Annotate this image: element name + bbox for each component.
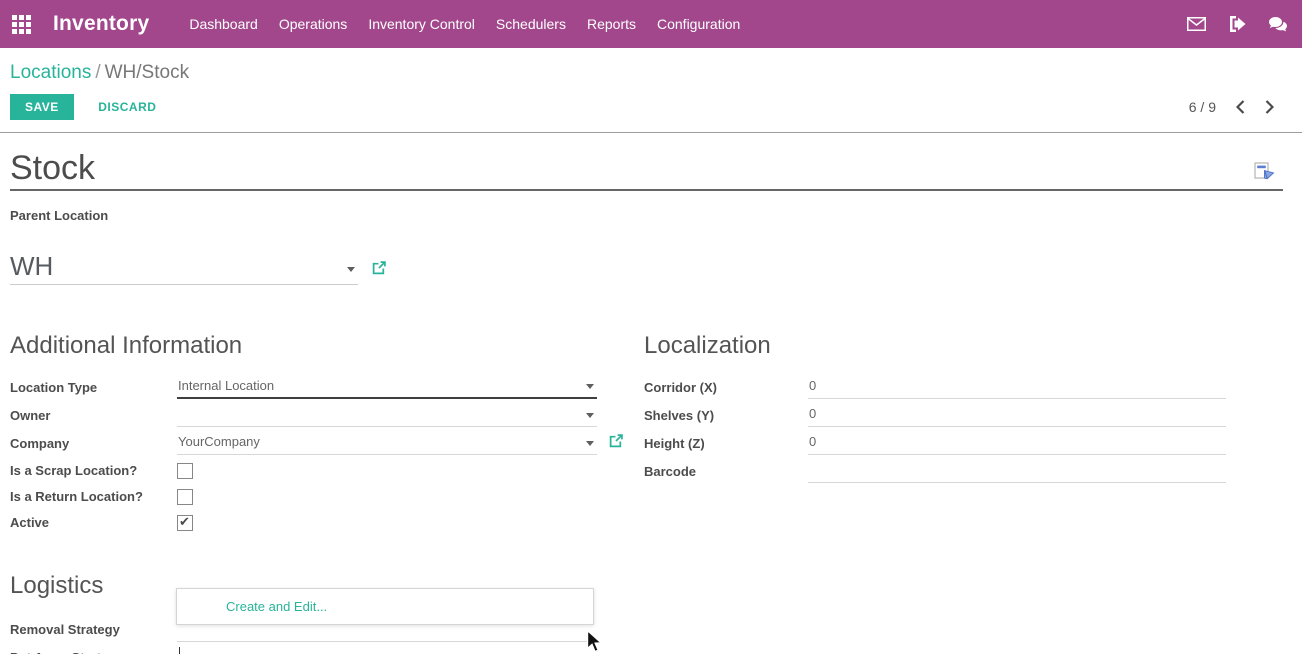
owner-row: Owner	[10, 402, 597, 427]
chat-icon[interactable]	[1268, 16, 1288, 32]
pager-value: 6 / 9	[1189, 99, 1216, 115]
text-cursor	[179, 647, 180, 654]
removal-strategy-label: Removal Strategy	[10, 622, 177, 642]
parent-location-value[interactable]: WH	[10, 251, 53, 281]
scrap-location-row: Is a Scrap Location?	[10, 458, 597, 483]
return-location-label: Is a Return Location?	[10, 489, 177, 504]
dropdown-caret-icon[interactable]	[347, 267, 355, 272]
corridor-row: Corridor (X) 0	[644, 374, 1226, 399]
nav-item-reports[interactable]: Reports	[587, 16, 636, 32]
corridor-input[interactable]: 0	[808, 378, 1226, 399]
company-value: YourCompany	[178, 434, 260, 449]
height-input[interactable]: 0	[808, 434, 1226, 455]
dropdown-caret-icon[interactable]	[586, 413, 594, 418]
shelves-value: 0	[809, 406, 816, 421]
record-pager: 6 / 9	[1189, 99, 1286, 115]
breadcrumb-locations-link[interactable]: Locations	[10, 62, 91, 83]
external-link-icon[interactable]	[609, 434, 623, 451]
scrap-location-label: Is a Scrap Location?	[10, 463, 177, 478]
breadcrumb: Locations/WH/Stock	[10, 61, 1286, 85]
barcode-label: Barcode	[644, 464, 808, 483]
dropdown-caret-icon[interactable]	[586, 441, 594, 446]
location-type-select[interactable]: Internal Location	[177, 378, 597, 399]
shelves-input[interactable]: 0	[808, 406, 1226, 427]
envelope-icon[interactable]	[1187, 17, 1206, 31]
corridor-value: 0	[809, 378, 816, 393]
dropdown-caret-icon[interactable]	[586, 384, 594, 389]
odoo-inventory-location-form: Inventory Dashboard Operations Inventory…	[0, 0, 1302, 654]
autocomplete-dropdown: Create and Edit...	[176, 588, 594, 625]
chevron-left-icon[interactable]	[1236, 100, 1245, 114]
owner-input[interactable]	[177, 406, 597, 427]
shelves-label: Shelves (Y)	[644, 408, 808, 427]
nav-item-configuration[interactable]: Configuration	[657, 16, 740, 32]
owner-label: Owner	[10, 408, 177, 427]
navbar-right-icons	[1187, 16, 1288, 32]
parent-location-field: WH	[10, 252, 1292, 285]
localization-group: Localization Corridor (X) 0 Shelves (Y) …	[644, 332, 1226, 536]
nav-item-inventory-control[interactable]: Inventory Control	[368, 16, 475, 32]
top-navbar: Inventory Dashboard Operations Inventory…	[0, 0, 1302, 48]
active-checkbox[interactable]	[177, 515, 193, 531]
active-row: Active	[10, 510, 597, 535]
location-name-field[interactable]: Stock	[10, 149, 1283, 191]
control-panel: Locations/WH/Stock SAVE DISCARD 6 / 9	[0, 48, 1302, 133]
barcode-row: Barcode	[644, 458, 1226, 483]
nav-item-operations[interactable]: Operations	[279, 16, 347, 32]
additional-information-heading: Additional Information	[10, 332, 597, 360]
chevron-right-icon[interactable]	[1265, 100, 1274, 114]
location-name-value[interactable]: Stock	[10, 149, 1283, 187]
company-row: Company YourCompany	[10, 430, 597, 455]
scrap-location-checkbox[interactable]	[177, 463, 193, 479]
location-type-row: Location Type Internal Location	[10, 374, 597, 399]
breadcrumb-separator: /	[91, 62, 104, 83]
location-type-label: Location Type	[10, 380, 177, 399]
apps-menu-icon[interactable]	[12, 15, 31, 34]
barcode-input[interactable]	[808, 462, 1226, 483]
nav-item-dashboard[interactable]: Dashboard	[189, 16, 258, 32]
localization-heading: Localization	[644, 332, 1226, 360]
putaway-strategy-row: Put Away Strategy	[10, 642, 1292, 654]
discard-button[interactable]: DISCARD	[84, 94, 170, 120]
height-value: 0	[809, 434, 816, 449]
height-label: Height (Z)	[644, 436, 808, 455]
breadcrumb-current: WH/Stock	[105, 62, 189, 83]
location-type-value: Internal Location	[178, 378, 274, 393]
app-title[interactable]: Inventory	[53, 12, 149, 36]
putaway-strategy-input[interactable]	[177, 646, 597, 654]
nav-menu: Dashboard Operations Inventory Control S…	[189, 16, 740, 32]
form-sheet: Stock Parent Location WH	[0, 149, 1302, 654]
putaway-strategy-label: Put Away Strategy	[10, 650, 177, 654]
form-buttons: SAVE DISCARD	[10, 94, 170, 120]
parent-location-label: Parent Location	[10, 208, 1292, 223]
additional-information-group: Additional Information Location Type Int…	[10, 332, 597, 536]
corridor-label: Corridor (X)	[644, 380, 808, 399]
parent-location-input[interactable]: WH	[10, 252, 358, 285]
shelves-row: Shelves (Y) 0	[644, 402, 1226, 427]
company-label: Company	[10, 436, 177, 455]
return-location-row: Is a Return Location?	[10, 484, 597, 509]
save-button[interactable]: SAVE	[10, 94, 74, 120]
return-location-checkbox[interactable]	[177, 489, 193, 505]
nav-item-schedulers[interactable]: Schedulers	[496, 16, 566, 32]
external-link-icon[interactable]	[372, 261, 386, 275]
active-label: Active	[10, 515, 177, 530]
company-input[interactable]: YourCompany	[177, 434, 597, 455]
translate-icon[interactable]	[1254, 162, 1275, 186]
sign-out-icon[interactable]	[1228, 16, 1246, 32]
height-row: Height (Z) 0	[644, 430, 1226, 455]
create-and-edit-option[interactable]: Create and Edit...	[177, 589, 593, 624]
